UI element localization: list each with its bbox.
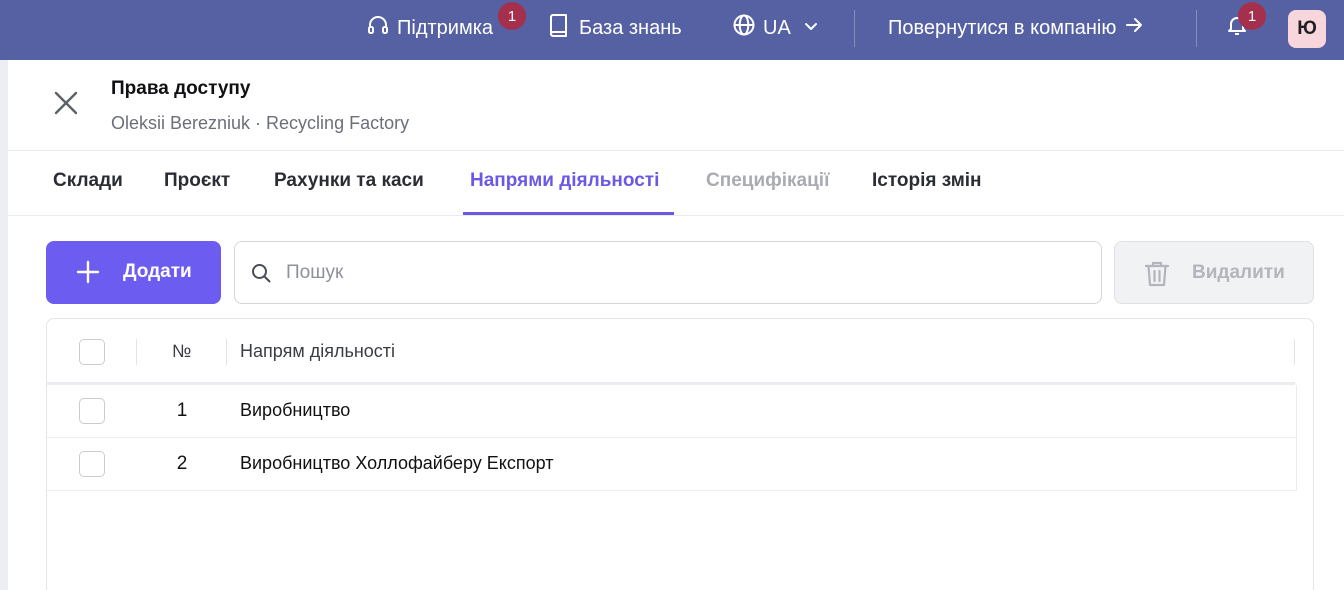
top-bar: Підтримка 1 База знань UA Повернутися в … [0, 0, 1344, 60]
table-row[interactable]: 1 Виробництво [47, 385, 1297, 438]
panel-subtitle: Oleksii Berezniuk · Recycling Factory [111, 113, 410, 133]
column-separator [1294, 339, 1295, 365]
topbar-divider [854, 10, 855, 47]
close-button[interactable] [52, 91, 80, 119]
return-to-company-link[interactable]: Повернутися в компанію [888, 0, 1144, 56]
tab-accounts[interactable]: Рахунки та каси [274, 170, 424, 192]
headset-icon [366, 13, 390, 43]
select-all-checkbox[interactable] [79, 339, 105, 365]
tab-warehouses[interactable]: Склади [53, 170, 123, 192]
row-direction: Виробництво [240, 400, 351, 420]
close-icon [53, 90, 79, 121]
book-icon [548, 13, 570, 43]
row-checkbox[interactable] [79, 451, 105, 477]
row-number: 1 [176, 400, 188, 421]
panel-title: Права доступу [111, 78, 251, 99]
search-box[interactable] [234, 241, 1102, 304]
column-separator [136, 339, 137, 365]
support-badge: 1 [498, 2, 526, 30]
column-separator [226, 339, 227, 365]
language-label: UA [763, 16, 791, 39]
return-label: Повернутися в компанію [888, 16, 1117, 39]
directions-table: № Напрям діяльності 1 Виробництво 2 Виро… [46, 318, 1314, 590]
column-header-direction[interactable]: Напрям діяльності [240, 341, 395, 362]
background-page [0, 60, 8, 590]
row-number: 2 [176, 453, 188, 474]
knowledge-base-link[interactable]: База знань [548, 0, 682, 56]
plus-icon [76, 260, 100, 290]
chevron-down-icon [803, 17, 819, 40]
language-select[interactable]: UA [732, 0, 819, 56]
notifications-badge: 1 [1238, 2, 1266, 30]
table-header: № Напрям діяльності [47, 319, 1295, 385]
topbar-divider [1196, 10, 1197, 47]
delete-button: Видалити [1114, 241, 1314, 304]
support-label: Підтримка [397, 16, 494, 39]
knowledge-base-label: База знань [579, 16, 682, 39]
support-link[interactable]: Підтримка [366, 0, 493, 56]
tab-specifications: Специфікації [706, 170, 830, 191]
tab-history[interactable]: Історія змін [872, 170, 982, 192]
arrow-right-icon [1124, 15, 1144, 41]
search-icon [251, 263, 271, 288]
search-input[interactable] [286, 256, 1076, 290]
tabs-divider [8, 215, 1344, 216]
header-divider [8, 150, 1344, 151]
row-checkbox[interactable] [79, 398, 105, 424]
column-header-number: № [172, 341, 192, 361]
delete-button-label: Видалити [1192, 262, 1285, 283]
globe-icon [732, 13, 756, 43]
avatar[interactable]: Ю [1288, 10, 1326, 48]
tab-project[interactable]: Проєкт [164, 170, 230, 192]
add-button-label: Додати [123, 261, 192, 282]
table-row[interactable]: 2 Виробництво Холлофайберу Експорт [47, 438, 1297, 491]
tab-activity-directions[interactable]: Напрями діяльності [470, 170, 659, 192]
trash-icon [1144, 260, 1170, 294]
add-button[interactable]: Додати [46, 241, 221, 304]
access-rights-panel: Права доступу Oleksii Berezniuk · Recycl… [8, 60, 1344, 590]
row-direction: Виробництво Холлофайберу Експорт [240, 453, 554, 473]
